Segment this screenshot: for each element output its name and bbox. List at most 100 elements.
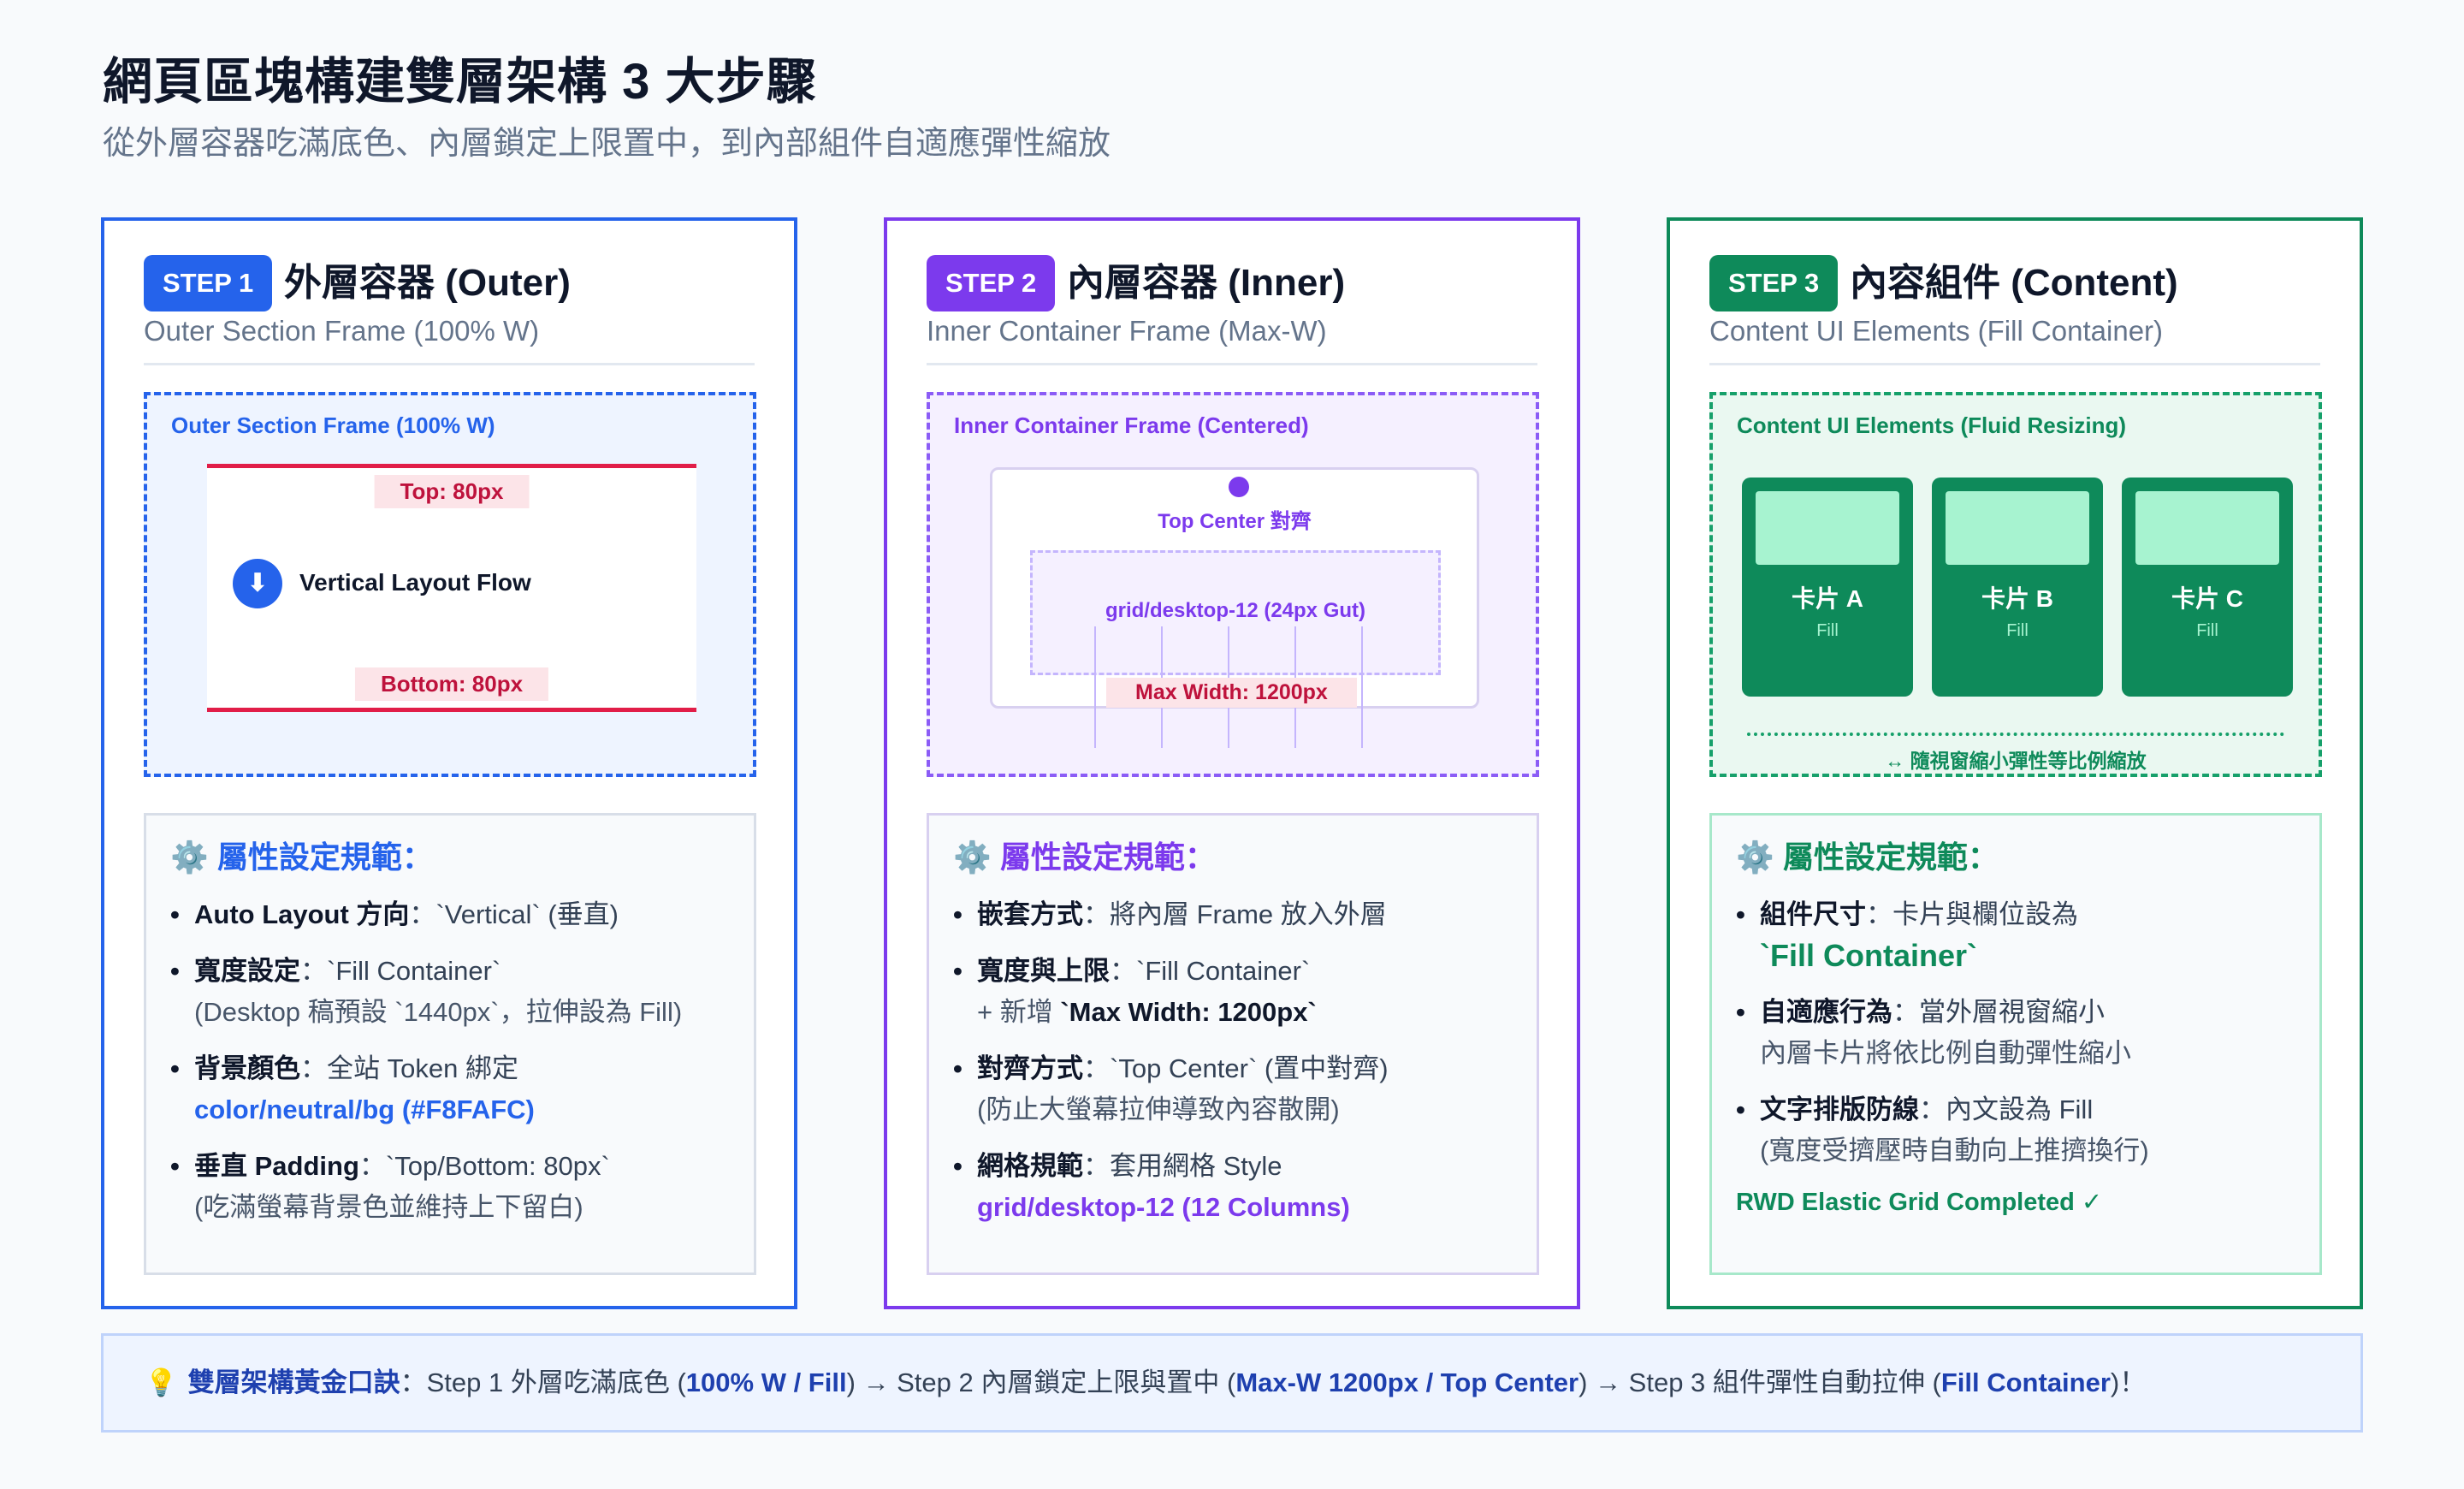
banner-text: ) → Step 2 內層鎖定上限與置中 ( — [846, 1367, 1236, 1397]
spec-value: ：套用網格 Style — [1083, 1151, 1282, 1181]
spec-item: 背景顏色：全站 Token 綁定 color/neutral/bg (#F8FA… — [170, 1048, 730, 1130]
card-thumbnail — [1756, 491, 1899, 565]
center-label: Top Center 對齊 — [1158, 510, 1312, 533]
gear-icon: ⚙️ — [953, 839, 992, 875]
spec-note: 內層卡片將依比例自動彈性縮小 — [1760, 1038, 2131, 1068]
card-fill-label: Fill — [2006, 621, 2029, 640]
card-thumbnail — [1946, 491, 2089, 565]
resize-label: ↔ 隨視窗縮小彈性等比例縮放 — [1885, 750, 2147, 772]
spec-note: (寬度受擠壓時自動向上推擠換行) — [1760, 1136, 2149, 1166]
spec-item: 垂直 Padding：`Top/Bottom: 80px` (吃滿螢幕背景色並維… — [170, 1146, 730, 1228]
content-card: 卡片 B Fill — [1932, 478, 2103, 697]
spec-title-text: 屬性設定規範： — [999, 839, 1216, 875]
frame-label: Inner Container Frame (Centered) — [954, 412, 1309, 438]
step-badge: STEP 1 — [144, 255, 273, 311]
card-name: 卡片 B — [1981, 585, 2053, 612]
card-fill-label: Fill — [2196, 621, 2218, 640]
golden-rule-banner: 💡 雙層架構黃金口訣：Step 1 外層吃滿底色 (100% W / Fill) … — [101, 1333, 2363, 1433]
token-name: `Fill Container` — [1760, 938, 1977, 973]
banner-bold: 100% W / Fill — [685, 1367, 847, 1397]
flow-label: Vertical Layout Flow — [299, 569, 531, 596]
spec-title-text: 屬性設定規範： — [1782, 839, 1999, 875]
banner-text: ) → Step 3 組件彈性自動拉伸 ( — [1578, 1367, 1941, 1397]
divider — [1709, 363, 2320, 365]
gear-icon: ⚙️ — [1736, 839, 1774, 875]
arrow-down-icon: ⬇ — [233, 559, 282, 608]
spec-value: ：`Top/Bottom: 80px` — [358, 1151, 610, 1181]
card-thumbnail — [2135, 491, 2279, 565]
spec-key: 嵌套方式 — [977, 899, 1083, 929]
spec-title: ⚙️ 屬性設定規範： — [170, 833, 730, 877]
grid-label: grid/desktop-12 (24px Gut) — [1105, 599, 1366, 622]
max-width-tag: Max Width: 1200px — [1106, 678, 1357, 708]
spec-key: Auto Layout 方向 — [194, 899, 410, 929]
spec-title: ⚙️ 屬性設定規範： — [1736, 833, 2295, 877]
token-name: grid/desktop-12 (12 Columns) — [977, 1192, 1350, 1222]
inner-frame-diagram: Inner Container Frame (Centered) Top Cen… — [927, 392, 1539, 777]
spec-title-text: 屬性設定規範： — [216, 839, 433, 875]
spec-note: (吃滿螢幕背景色並維持上下留白) — [194, 1192, 583, 1222]
banner-bold: Fill Container — [1940, 1367, 2111, 1397]
spec-box: ⚙️ 屬性設定規範： 組件尺寸：卡片與欄位設為 `Fill Container`… — [1709, 813, 2322, 1275]
resize-indicator-line — [1747, 733, 2284, 736]
padding-bottom-tag: Bottom: 80px — [354, 667, 549, 701]
spec-note: (防止大螢幕拉伸導致內容散開) — [977, 1095, 1340, 1124]
spec-value: ：`Top Center` (置中對齊) — [1083, 1053, 1389, 1083]
page-title: 網頁區塊構建雙層架構 3 大步驟 — [103, 54, 817, 110]
spec-value: ：卡片與欄位設為 — [1866, 899, 2078, 929]
spec-key: 文字排版防線 — [1760, 1095, 1919, 1124]
banner-text: ：Step 1 外層吃滿底色 ( — [400, 1367, 686, 1397]
completed-label: RWD Elastic Grid Completed ✓ — [1736, 1189, 2103, 1216]
vertical-layout-box: Top: 80px ⬇ Vertical Layout Flow Bottom:… — [207, 464, 696, 712]
step-badge: STEP 3 — [1709, 255, 1839, 311]
frame-label: Content UI Elements (Fluid Resizing) — [1737, 412, 2127, 438]
spec-value: ：`Fill Container` — [300, 956, 501, 986]
content-card: 卡片 A Fill — [1742, 478, 1913, 697]
spec-item: 寬度設定：`Fill Container` (Desktop 稿預設 `1440… — [170, 951, 730, 1033]
grid-box: grid/desktop-12 (24px Gut) — [1030, 550, 1441, 675]
spec-key: 組件尺寸 — [1760, 899, 1866, 929]
lightbulb-icon: 💡 — [145, 1367, 178, 1397]
banner-bold: Max-W 1200px / Top Center — [1235, 1367, 1579, 1397]
step-card-outer: STEP 1 外層容器 (Outer) Outer Section Frame … — [101, 217, 797, 1309]
spec-value: ：全站 Token 綁定 — [300, 1053, 518, 1083]
step-card-inner: STEP 2 內層容器 (Inner) Inner Container Fram… — [884, 217, 1580, 1309]
card-title: 內層容器 (Inner) — [1067, 262, 1346, 304]
spec-box: ⚙️ 屬性設定規範： 嵌套方式：將內層 Frame 放入外層 寬度與上限：`Fi… — [927, 813, 1539, 1275]
content-card: 卡片 C Fill — [2122, 478, 2293, 697]
spec-item: 自適應行為：當外層視窗縮小 內層卡片將依比例自動彈性縮小 — [1736, 992, 2295, 1074]
spec-box: ⚙️ 屬性設定規範： Auto Layout 方向：`Vertical` (垂直… — [144, 813, 756, 1275]
grid-column-line — [1361, 626, 1363, 748]
spec-key: 垂直 Padding — [194, 1151, 359, 1181]
spec-value: ：內文設為 Fill — [1919, 1095, 2094, 1124]
banner-text: )！ — [2110, 1367, 2147, 1397]
card-subtitle: Outer Section Frame (100% W) — [144, 315, 540, 347]
banner-label: 雙層架構黃金口訣 — [187, 1367, 400, 1397]
spec-value: ：將內層 Frame 放入外層 — [1083, 899, 1387, 929]
spec-key: 網格規範 — [977, 1151, 1083, 1181]
card-subtitle: Content UI Elements (Fill Container) — [1709, 315, 2164, 347]
spec-item: Auto Layout 方向：`Vertical` (垂直) — [170, 894, 730, 935]
divider — [144, 363, 755, 365]
spec-item: 寬度與上限：`Fill Container` + 新增 `Max Width: … — [953, 951, 1513, 1033]
spec-key: 寬度設定 — [194, 956, 300, 986]
spec-item: 對齊方式：`Top Center` (置中對齊) (防止大螢幕拉伸導致內容散開) — [953, 1048, 1513, 1130]
spec-note: + 新增 — [977, 997, 1061, 1027]
padding-top-tag: Top: 80px — [374, 475, 530, 508]
divider — [927, 363, 1537, 365]
content-frame-diagram: Content UI Elements (Fluid Resizing) 卡片 … — [1709, 392, 2322, 777]
inner-container-box: Top Center 對齊 grid/desktop-12 (24px Gut) — [990, 467, 1479, 709]
spec-key: 自適應行為 — [1760, 997, 1892, 1027]
card-name: 卡片 C — [2171, 585, 2243, 612]
center-anchor-icon — [1229, 477, 1249, 497]
spec-note: (Desktop 稿預設 `1440px`，拉伸設為 Fill) — [194, 997, 683, 1027]
token-name: color/neutral/bg (#F8FAFC) — [194, 1095, 535, 1124]
step-badge: STEP 2 — [927, 255, 1056, 311]
spec-item: 嵌套方式：將內層 Frame 放入外層 — [953, 894, 1513, 935]
spec-value: ：`Fill Container` — [1110, 956, 1311, 986]
card-title: 內容組件 (Content) — [1850, 262, 2178, 304]
card-fill-label: Fill — [1816, 621, 1839, 640]
grid-column-line — [1094, 626, 1096, 748]
spec-item: 文字排版防線：內文設為 Fill (寬度受擠壓時自動向上推擠換行) — [1736, 1089, 2295, 1172]
spec-value: ：`Vertical` (垂直) — [409, 899, 619, 929]
